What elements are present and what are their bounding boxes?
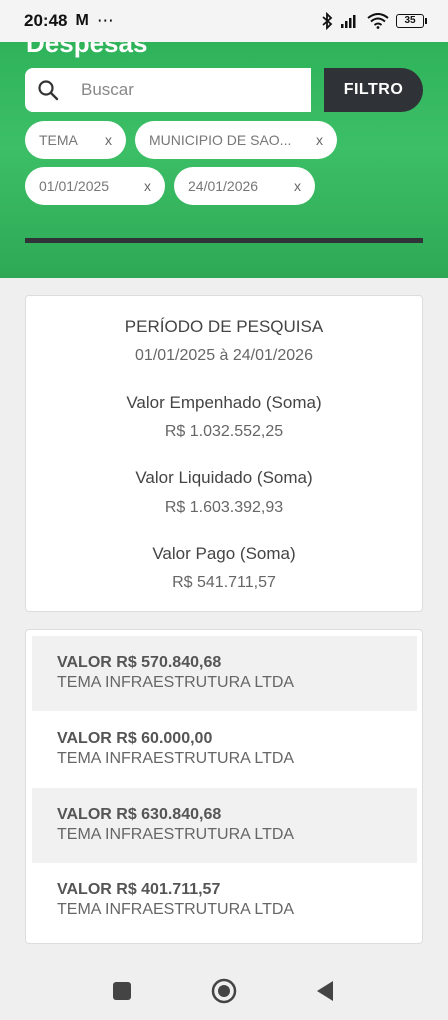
empenhado-label: Valor Empenhado (Soma) — [126, 393, 322, 412]
search-icon — [25, 79, 71, 101]
page-title: Despesas — [26, 42, 148, 58]
pago-label: Valor Pago (Soma) — [152, 544, 296, 563]
list-item-value: VALOR R$ 630.840,68 — [57, 806, 222, 823]
list-item-name: TEMA INFRAESTRUTURA LTDA — [57, 901, 295, 918]
chip-label: 24/01/2026 — [188, 178, 259, 194]
list-item[interactable]: VALOR R$ 630.840,68 TEMA INFRAESTRUTURA … — [32, 788, 417, 863]
battery-icon: 35 — [396, 14, 427, 28]
list-item-value: VALOR R$ 401.711,57 — [57, 881, 221, 898]
list-item-value: VALOR R$ 60.000,00 — [57, 730, 213, 747]
home-circle-icon[interactable] — [211, 978, 237, 1004]
chip-remove-icon[interactable]: x — [105, 132, 112, 148]
chip-remove-icon[interactable]: x — [316, 132, 323, 148]
filter-chip-start-date: 01/01/2025 x — [25, 167, 165, 205]
wifi-icon — [367, 13, 389, 29]
chip-remove-icon[interactable]: x — [144, 178, 151, 194]
results-list: VALOR R$ 570.840,68 TEMA INFRAESTRUTURA … — [25, 629, 423, 944]
recents-square-icon[interactable] — [112, 981, 132, 1001]
status-time: 20:48 — [24, 11, 68, 30]
list-item[interactable]: VALOR R$ 401.711,57 TEMA INFRAESTRUTURA … — [32, 863, 417, 938]
pago-value: R$ 541.711,57 — [172, 574, 276, 591]
chip-label: TEMA — [39, 132, 78, 148]
back-triangle-icon[interactable] — [315, 980, 335, 1002]
liquidado-label: Valor Liquidado (Soma) — [135, 468, 313, 487]
summary-card: PERÍODO DE PESQUISA 01/01/2025 à 24/01/2… — [25, 295, 423, 612]
more-notifications-icon: ⋯ — [96, 11, 115, 30]
header-divider — [25, 238, 423, 243]
period-value: 01/01/2025 à 24/01/2026 — [135, 347, 313, 364]
chip-remove-icon[interactable]: x — [294, 178, 301, 194]
status-bar: 20:48 M ⋯ 35 — [0, 0, 448, 42]
bluetooth-icon — [322, 12, 333, 30]
search-box[interactable] — [25, 68, 311, 112]
liquidado-value: R$ 1.603.392,93 — [164, 499, 284, 516]
gmail-notification-icon: M — [75, 12, 89, 29]
filter-chip-tema: TEMA x — [25, 121, 126, 159]
list-item-name: TEMA INFRAESTRUTURA LTDA — [57, 826, 295, 843]
list-item-value: VALOR R$ 570.840,68 — [57, 654, 222, 671]
signal-icon — [341, 15, 356, 28]
search-input[interactable] — [81, 80, 291, 100]
empenhado-value: R$ 1.032.552,25 — [164, 423, 284, 440]
list-item[interactable]: VALOR R$ 570.840,68 TEMA INFRAESTRUTURA … — [32, 636, 417, 711]
filter-button[interactable]: FILTRO — [324, 68, 423, 112]
list-item-name: TEMA INFRAESTRUTURA LTDA — [57, 750, 295, 767]
list-item-name: TEMA INFRAESTRUTURA LTDA — [57, 674, 295, 691]
header: Despesas FILTRO TEMA x MUNICIPIO DE SAO.… — [0, 42, 448, 278]
chip-label: 01/01/2025 — [39, 178, 110, 194]
chip-label: MUNICIPIO DE SAO... — [149, 132, 292, 148]
filter-chip-end-date: 24/01/2026 x — [174, 167, 315, 205]
period-label: PERÍODO DE PESQUISA — [124, 317, 324, 336]
list-item[interactable]: VALOR R$ 60.000,00 TEMA INFRAESTRUTURA L… — [32, 712, 417, 787]
navigation-bar — [0, 960, 448, 1020]
filter-chip-municipio: MUNICIPIO DE SAO... x — [135, 121, 337, 159]
